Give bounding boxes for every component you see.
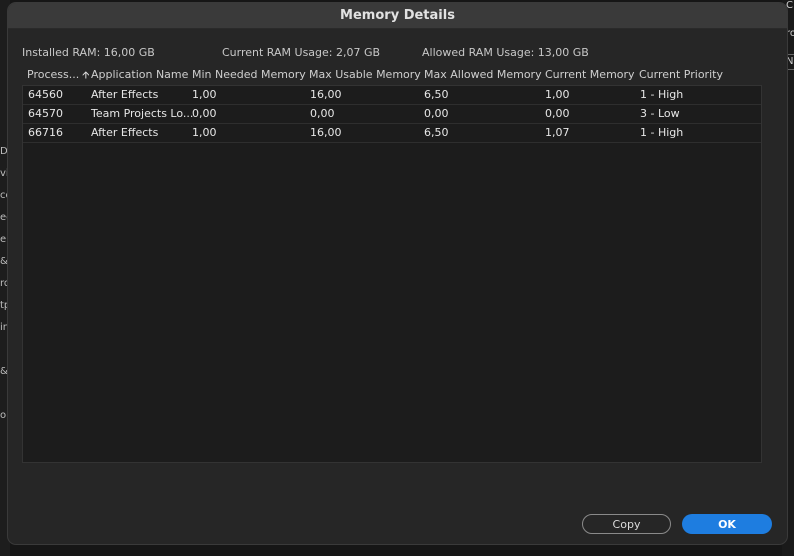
cell-application-name: Team Projects Lo... — [91, 107, 194, 120]
cell-max-allowed-memory: 6,50 — [424, 88, 449, 101]
cell-max-usable-memory: 16,00 — [310, 126, 342, 139]
bg-fragment: & — [0, 366, 8, 377]
column-header-current-memory[interactable]: Current Memory — [545, 68, 635, 81]
ok-button[interactable]: OK — [682, 514, 772, 534]
column-header-process[interactable]: Process... 🡩 — [27, 68, 89, 85]
copy-button[interactable]: Copy — [582, 514, 671, 534]
bg-fragment: & — [0, 256, 8, 267]
cell-application-name: After Effects — [91, 88, 159, 101]
bg-fragment: C — [786, 0, 793, 11]
memory-details-dialog: Memory Details Installed RAM: 16,00 GB C… — [8, 3, 787, 544]
cell-current-memory: 1,00 — [545, 88, 570, 101]
allowed-ram-usage-label: Allowed RAM Usage: 13,00 GB — [422, 46, 589, 59]
column-header-application-name[interactable]: Application Name — [91, 68, 188, 81]
cell-application-name: After Effects — [91, 126, 159, 139]
cell-min-needed-memory: 1,00 — [192, 88, 217, 101]
installed-ram-label: Installed RAM: 16,00 GB — [22, 46, 155, 59]
bg-fragment: e — [0, 234, 7, 245]
column-header-min-needed-memory[interactable]: Min Needed Memory — [192, 68, 306, 81]
cell-max-usable-memory: 16,00 — [310, 88, 342, 101]
cell-max-allowed-memory: 0,00 — [424, 107, 449, 120]
cell-process-id: 64560 — [28, 88, 63, 101]
cell-process-id: 64570 — [28, 107, 63, 120]
memory-table: Process... 🡩 Application Name Min Needed … — [22, 65, 762, 465]
cell-max-allowed-memory: 6,50 — [424, 126, 449, 139]
cell-max-usable-memory: 0,00 — [310, 107, 335, 120]
bg-fragment: N — [786, 56, 794, 67]
current-ram-usage-label: Current RAM Usage: 2,07 GB — [222, 46, 381, 59]
cell-current-priority: 3 - Low — [640, 107, 680, 120]
table-row[interactable]: 66716 After Effects 1,00 16,00 6,50 1,07… — [23, 124, 761, 143]
cell-process-id: 66716 — [28, 126, 63, 139]
table-row[interactable]: 64560 After Effects 1,00 16,00 6,50 1,00… — [23, 86, 761, 105]
column-header-max-usable-memory[interactable]: Max Usable Memory — [309, 68, 421, 81]
cell-current-priority: 1 - High — [640, 126, 684, 139]
column-header-max-allowed-memory[interactable]: Max Allowed Memory — [424, 68, 542, 81]
column-header-current-priority[interactable]: Current Priority — [639, 68, 723, 81]
table-body[interactable]: 64560 After Effects 1,00 16,00 6,50 1,00… — [22, 85, 762, 463]
cell-min-needed-memory: 0,00 — [192, 107, 217, 120]
table-row[interactable]: 64570 Team Projects Lo... 0,00 0,00 0,00… — [23, 105, 761, 124]
sort-ascending-icon: 🡩 — [82, 70, 90, 81]
cell-current-priority: 1 - High — [640, 88, 684, 101]
table-header: Process... 🡩 Application Name Min Needed … — [22, 65, 762, 85]
memory-stats: Installed RAM: 16,00 GB Current RAM Usag… — [22, 46, 772, 60]
cell-min-needed-memory: 1,00 — [192, 126, 217, 139]
cell-current-memory: 1,07 — [545, 126, 570, 139]
dialog-title: Memory Details — [340, 8, 455, 23]
cell-current-memory: 0,00 — [545, 107, 570, 120]
dialog-titlebar[interactable]: Memory Details — [8, 3, 787, 29]
bg-fragment: ro — [786, 28, 794, 39]
